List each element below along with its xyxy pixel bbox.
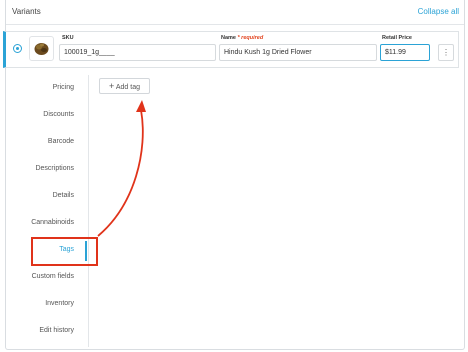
annotation-arrow	[97, 100, 146, 237]
